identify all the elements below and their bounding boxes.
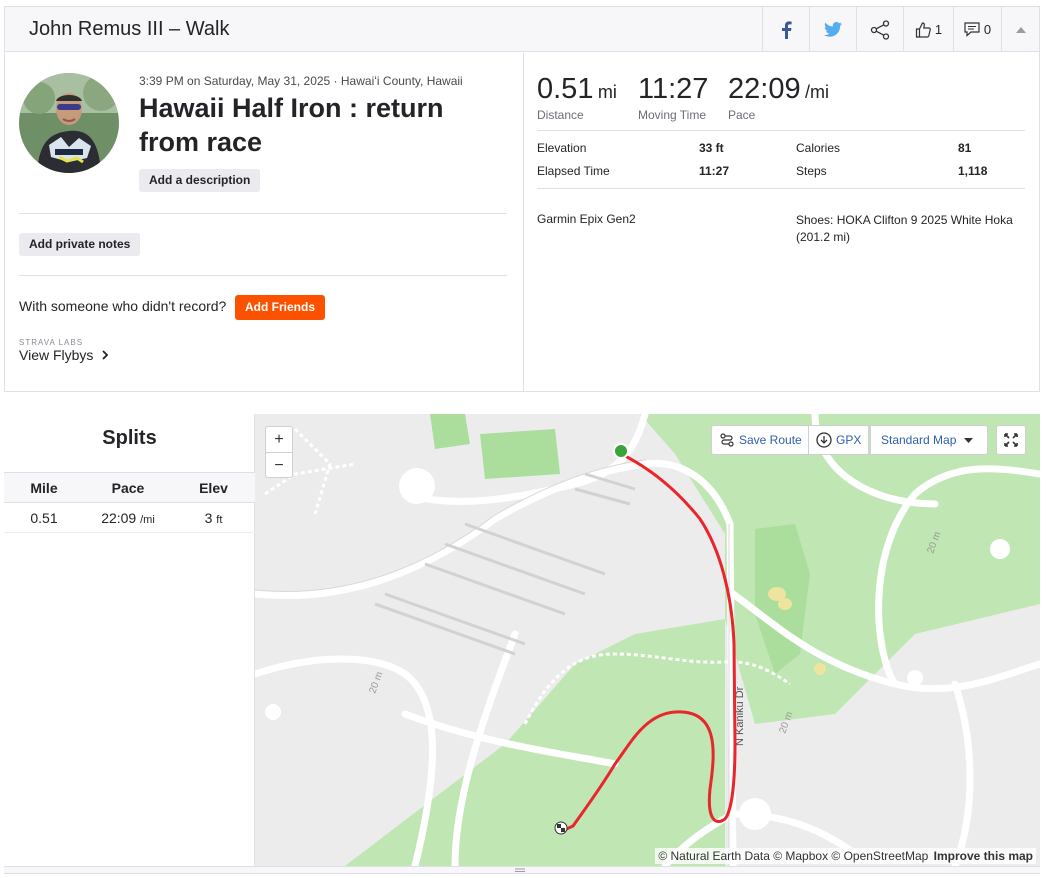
divider xyxy=(537,130,1025,131)
elevation-value-text: 33 ft xyxy=(699,141,724,155)
steps-value-text: 1,118 xyxy=(958,164,988,178)
chevron-down-icon xyxy=(964,437,974,443)
route-map[interactable]: 20 m 20 m 20 m N Kaniku Dr + − Save Rout… xyxy=(255,414,1040,866)
kudos-button[interactable]: 1 xyxy=(903,7,953,52)
kudos-count: 1 xyxy=(934,22,943,37)
with-someone-text: With someone who didn't record? xyxy=(19,298,227,314)
pace-label: Pace xyxy=(728,108,756,122)
splits-panel: Splits Mile Pace Elev 0.51 22:09 /mi 3 f… xyxy=(4,414,255,866)
divider xyxy=(19,213,507,214)
divider xyxy=(537,188,1025,189)
calories-label: Calories xyxy=(796,141,841,155)
facebook-share-button[interactable] xyxy=(762,7,809,52)
calories-value-text: 81 xyxy=(958,141,972,155)
map-type-label: Standard Map xyxy=(881,433,957,447)
activity-header-title: John Remus III – Walk xyxy=(29,18,230,40)
collapse-button[interactable] xyxy=(1001,7,1039,52)
add-friends-button[interactable]: Add Friends xyxy=(235,295,326,320)
steps-value: 1,118 xyxy=(958,164,987,178)
splits-header-elev: Elev xyxy=(199,480,228,496)
splits-header-mile: Mile xyxy=(30,480,58,496)
device-name: Garmin Epix Gen2 xyxy=(537,212,636,226)
header-actions: 1 0 xyxy=(762,7,1039,52)
activity-summary: 3:39 PM on Saturday, May 31, 2025 · Hawa… xyxy=(5,53,523,391)
strava-labs-label: STRAVA LABS xyxy=(19,338,84,347)
add-private-notes-button[interactable]: Add private notes xyxy=(19,233,141,256)
twitter-share-button[interactable] xyxy=(809,7,856,52)
map-attribution: © Natural Earth Data © Mapbox © OpenStre… xyxy=(655,848,1036,864)
elapsed-time-value: 11:27 xyxy=(699,164,729,178)
attribution-text: © Natural Earth Data © Mapbox © OpenStre… xyxy=(658,849,929,863)
elapsed-time-value-text: 11:27 xyxy=(699,164,730,178)
view-flybys-label: View Flybys xyxy=(19,347,94,363)
moving-time-label: Moving Time xyxy=(638,108,707,122)
thumbs-up-icon xyxy=(915,21,931,38)
share-icon xyxy=(870,19,890,40)
zoom-in-button[interactable]: + xyxy=(266,427,292,453)
distance-value: 0.51 xyxy=(537,73,594,105)
green-patch xyxy=(430,414,470,449)
activity-title: Hawaii Half Iron : return from race xyxy=(139,93,444,157)
map-canvas[interactable]: 20 m 20 m 20 m N Kaniku Dr xyxy=(255,414,1040,866)
stat-pace: 22:09 /mi Pace xyxy=(728,73,829,122)
split-elev: 3 ft xyxy=(172,503,255,533)
save-route-button[interactable]: Save Route xyxy=(711,425,811,455)
pace-unit: /mi xyxy=(805,82,830,102)
split-elev-value: 3 xyxy=(204,510,213,526)
facebook-icon xyxy=(782,20,792,39)
save-route-label: Save Route xyxy=(739,433,802,447)
gear-shoes: Shoes: HOKA Clifton 9 2025 White Hoka (2… xyxy=(796,213,1013,244)
resize-handle[interactable] xyxy=(4,866,1040,874)
elevation-value: 33 ft xyxy=(699,141,724,155)
elapsed-time-label: Elapsed Time xyxy=(537,164,610,178)
improve-map-link[interactable]: Improve this map xyxy=(934,849,1033,863)
gpx-button[interactable]: GPX xyxy=(808,425,870,455)
caret-up-icon xyxy=(1015,26,1026,33)
share-button[interactable] xyxy=(856,7,903,52)
drag-handle-icon xyxy=(515,868,525,872)
splits-header-pace: Pace xyxy=(111,480,145,496)
steps-label: Steps xyxy=(796,164,827,178)
comment-count: 0 xyxy=(983,22,992,37)
calories-value: 81 xyxy=(958,141,971,155)
stat-moving-time: 11:27 Moving Time xyxy=(638,73,708,122)
gpx-label: GPX xyxy=(836,433,862,447)
stat-distance: 0.51 mi Distance xyxy=(537,73,617,122)
split-pace: 22:09 /mi xyxy=(84,503,172,533)
finish-flag-icon[interactable] xyxy=(554,821,568,835)
split-pace-value: 22:09 xyxy=(101,510,137,526)
activity-stats: 0.51 mi Distance 11:27 Moving Time 22:09… xyxy=(523,53,1039,391)
divider xyxy=(19,275,507,276)
split-pace-unit: /mi xyxy=(140,514,155,526)
split-mile: 0.51 xyxy=(30,510,58,526)
pace-value: 22:09 xyxy=(728,73,801,105)
activity-meta: 3:39 PM on Saturday, May 31, 2025 · Hawa… xyxy=(139,74,463,88)
add-description-button[interactable]: Add a description xyxy=(139,169,261,192)
zoom-controls: + − xyxy=(265,426,293,478)
distance-label: Distance xyxy=(537,108,584,122)
table-row[interactable]: 0.51 22:09 /mi 3 ft xyxy=(4,503,255,533)
activity-card: John Remus III – Walk 1 0 3:39 PM on Sat… xyxy=(4,6,1040,392)
splits-title: Splits xyxy=(102,427,157,449)
view-flybys-link[interactable]: View Flybys xyxy=(19,347,109,363)
athlete-avatar[interactable] xyxy=(19,73,119,173)
distance-unit: mi xyxy=(597,82,617,102)
twitter-icon xyxy=(824,22,842,37)
comment-button[interactable]: 0 xyxy=(953,7,1001,52)
route-icon xyxy=(720,433,734,447)
split-elev-unit: ft xyxy=(216,514,223,526)
zoom-out-button[interactable]: − xyxy=(266,453,292,479)
comment-icon xyxy=(964,22,980,37)
fullscreen-icon xyxy=(1004,433,1018,447)
fullscreen-button[interactable] xyxy=(996,425,1026,455)
start-marker-icon[interactable] xyxy=(613,443,629,459)
chevron-right-icon xyxy=(102,350,109,360)
map-type-select[interactable]: Standard Map xyxy=(870,425,988,455)
elevation-label: Elevation xyxy=(537,141,587,155)
splits-header-row: Mile Pace Elev xyxy=(4,472,255,503)
moving-time-value: 11:27 xyxy=(638,73,709,105)
download-icon xyxy=(816,432,832,448)
activity-header: John Remus III – Walk 1 0 xyxy=(5,7,1039,52)
green-patch xyxy=(480,429,560,479)
